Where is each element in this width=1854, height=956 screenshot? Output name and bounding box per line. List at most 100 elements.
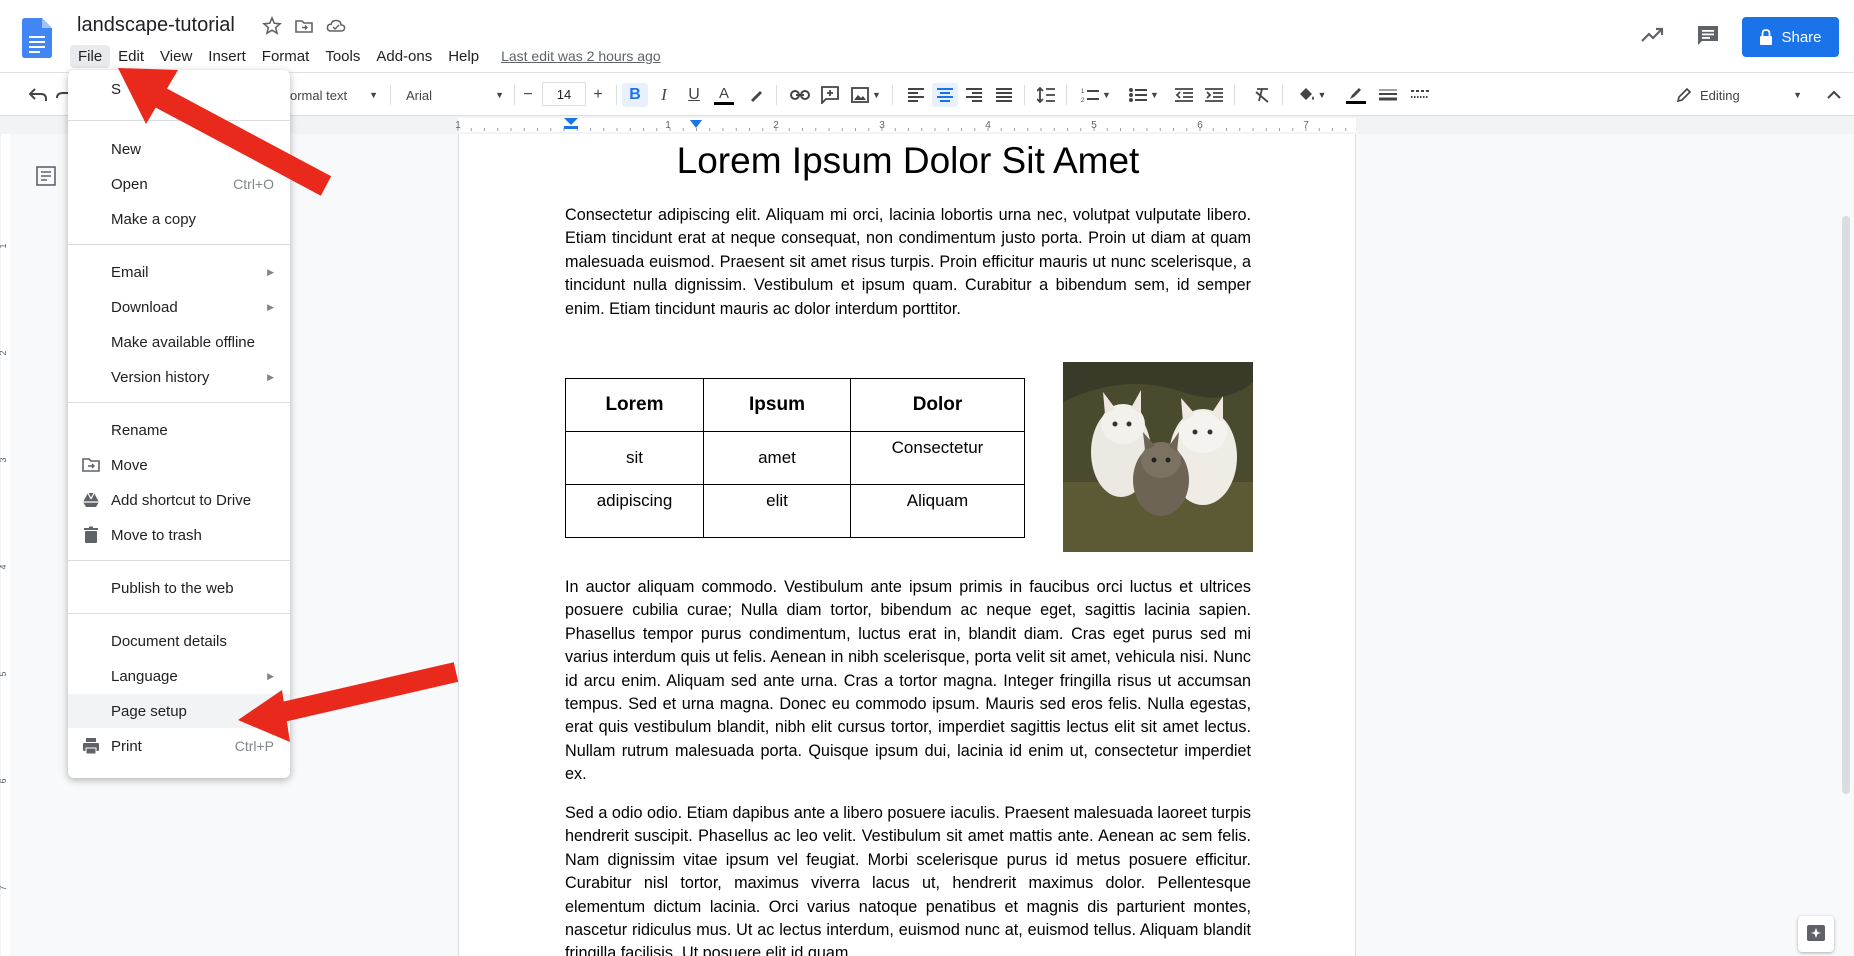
insert-comment-icon[interactable] (818, 83, 842, 107)
shortcut-text: Ctrl+O (233, 176, 274, 192)
table-cell[interactable]: adipiscing (565, 484, 704, 538)
font-family-select[interactable]: Arial ▼ (406, 83, 506, 107)
table-cell[interactable]: sit (565, 431, 704, 485)
collapse-toolbar-icon[interactable] (1824, 83, 1844, 107)
vertical-ruler[interactable]: 1 2 3 4 5 6 7 (0, 134, 12, 956)
ruler-label: 4 (985, 120, 991, 131)
file-menu-make-copy[interactable]: Make a copy (68, 202, 290, 236)
vertical-scrollbar[interactable] (1842, 216, 1850, 794)
insert-image-icon[interactable]: ▼ (848, 83, 884, 107)
menu-separator (68, 613, 290, 614)
file-menu-page-setup[interactable]: Page setup (68, 694, 290, 728)
activity-dashboard-icon[interactable] (1640, 22, 1666, 48)
document-heading[interactable]: Lorem Ipsum Dolor Sit Amet (459, 140, 1357, 182)
right-indent-marker-icon[interactable] (690, 120, 702, 130)
menu-insert[interactable]: Insert (200, 45, 254, 68)
paragraph-1[interactable]: Consectetur adipiscing elit. Aliquam mi … (565, 204, 1251, 321)
ruler-label: 1 (665, 120, 671, 131)
table-header-cell[interactable]: Dolor (850, 378, 1025, 432)
align-right-icon[interactable] (962, 83, 986, 107)
submenu-arrow-icon: ▶ (267, 301, 274, 312)
vertical-ruler-label: 6 (0, 778, 8, 783)
increase-indent-icon[interactable] (1202, 83, 1226, 107)
font-family-value: Arial (406, 87, 433, 103)
file-menu-item-label: S (111, 80, 122, 98)
share-button[interactable]: Share (1742, 17, 1839, 57)
menu-addons[interactable]: Add-ons (368, 45, 440, 68)
file-menu-version-history[interactable]: Version history ▶ (68, 360, 290, 394)
menu-help[interactable]: Help (440, 45, 487, 68)
align-left-icon[interactable] (904, 83, 928, 107)
file-menu-new[interactable]: New (68, 132, 290, 166)
underline-button[interactable]: U (682, 83, 706, 107)
file-menu-print[interactable]: Print Ctrl+P (68, 729, 290, 763)
menu-format[interactable]: Format (254, 45, 318, 68)
table-cell[interactable]: Aliquam (850, 484, 1025, 538)
align-center-icon[interactable] (932, 83, 958, 107)
vertical-ruler-label: 5 (0, 671, 8, 676)
table-header-cell[interactable]: Ipsum (703, 378, 851, 432)
lock-icon (1760, 29, 1773, 45)
file-menu-item-label: Download (111, 298, 178, 316)
file-menu-move-to-trash[interactable]: Move to trash (68, 518, 290, 552)
table-cell[interactable]: amet (703, 431, 851, 485)
comments-icon[interactable] (1696, 24, 1720, 48)
document-page[interactable]: Lorem Ipsum Dolor Sit Amet Consectetur a… (458, 134, 1356, 956)
file-menu-document-details[interactable]: Document details (68, 624, 290, 658)
clear-formatting-icon[interactable] (1250, 83, 1274, 107)
file-menu-add-shortcut[interactable]: Add shortcut to Drive (68, 483, 290, 517)
line-spacing-icon[interactable] (1034, 83, 1058, 107)
align-justify-icon[interactable] (992, 83, 1016, 107)
editing-mode-select[interactable]: Editing ▼ (1676, 83, 1804, 107)
file-menu-email[interactable]: Email ▶ (68, 255, 290, 289)
star-icon[interactable] (262, 16, 282, 36)
bulleted-list-icon[interactable]: ▼ (1124, 83, 1164, 107)
italic-button[interactable]: I (652, 83, 676, 107)
paragraph-3[interactable]: Sed a odio odio. Etiam dapibus ante a li… (565, 802, 1251, 956)
explore-button[interactable] (1798, 916, 1834, 952)
border-width-icon[interactable] (1376, 83, 1400, 107)
highlight-pen-icon[interactable] (744, 83, 768, 107)
text-color-button[interactable]: A (712, 83, 736, 107)
svg-text:1: 1 (1081, 89, 1085, 95)
border-dash-icon[interactable] (1408, 83, 1432, 107)
move-folder-icon[interactable] (294, 16, 314, 36)
insert-link-icon[interactable] (788, 83, 812, 107)
file-menu-download[interactable]: Download ▶ (68, 290, 290, 324)
file-menu-move[interactable]: Move (68, 448, 290, 482)
left-indent-marker-icon[interactable] (564, 118, 578, 130)
decrease-font-size-button[interactable]: − (518, 83, 538, 107)
increase-font-size-button[interactable]: + (588, 83, 608, 107)
vertical-ruler-label: 7 (0, 885, 8, 890)
document-title[interactable]: landscape-tutorial (77, 14, 235, 37)
file-menu-publish[interactable]: Publish to the web (68, 571, 290, 605)
kittens-image[interactable] (1063, 362, 1253, 552)
table-header-cell[interactable]: Lorem (565, 378, 704, 432)
file-menu-open[interactable]: Open Ctrl+O (68, 167, 290, 201)
border-color-icon[interactable] (1336, 83, 1376, 107)
menu-tools[interactable]: Tools (317, 45, 368, 68)
undo-icon[interactable] (26, 83, 50, 107)
table-cell[interactable]: elit (703, 484, 851, 538)
document-table[interactable]: Lorem Ipsum Dolor sit amet Consectetur a… (565, 378, 1025, 538)
font-size-input[interactable]: 14 (542, 82, 586, 106)
bold-button[interactable]: B (622, 83, 648, 107)
paragraph-2[interactable]: In auctor aliquam commodo. Vestibulum an… (565, 576, 1251, 787)
decrease-indent-icon[interactable] (1172, 83, 1196, 107)
menu-view[interactable]: View (152, 45, 200, 68)
cloud-status-icon[interactable] (326, 16, 346, 36)
menu-file[interactable]: File (70, 44, 111, 68)
file-menu-offline[interactable]: Make available offline (68, 325, 290, 359)
explore-sparkle-icon (1807, 925, 1825, 941)
document-outline-icon[interactable] (36, 166, 56, 186)
last-edit-link[interactable]: Last edit was 2 hours ago (501, 48, 661, 64)
background-color-icon[interactable]: ▼ (1292, 83, 1332, 107)
numbered-list-icon[interactable]: 12 ▼ (1076, 83, 1116, 107)
docs-logo-icon[interactable] (22, 18, 52, 58)
file-menu-rename[interactable]: Rename (68, 413, 290, 447)
file-menu-item-partial[interactable]: S (68, 72, 290, 106)
table-cell[interactable]: Consectetur (850, 431, 1025, 485)
menu-edit[interactable]: Edit (110, 45, 152, 68)
file-menu-language[interactable]: Language ▶ (68, 659, 290, 693)
paragraph-style-select[interactable]: ormal text ▼ (290, 83, 380, 107)
